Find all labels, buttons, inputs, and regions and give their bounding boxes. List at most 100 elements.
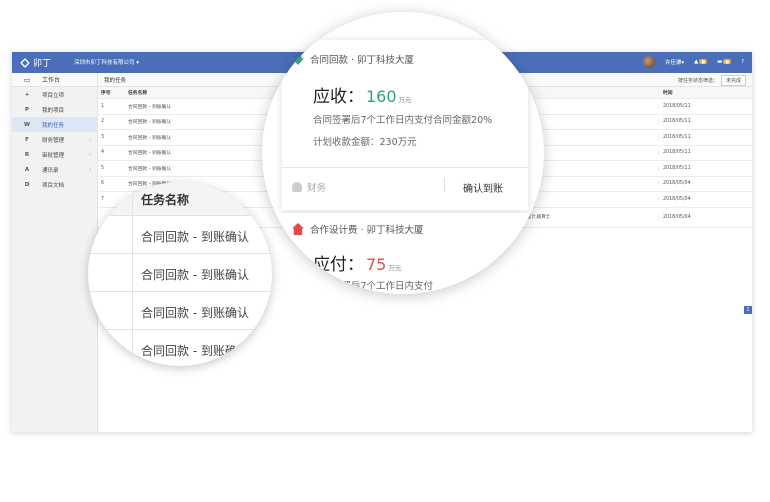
cell-time: 2018/05/04 [658,214,752,220]
sidebar: ▭ 工作台 + 项目立项 P 我的项目 W 我的任务 F 财务管理 › R 审批管理 › A 通讯… [12,73,98,432]
person-icon [292,182,302,192]
message-icon[interactable]: ▬ ■ [717,59,732,65]
avatar[interactable] [642,56,655,68]
home-icon [292,223,304,235]
col-time: 时间 [658,89,752,96]
sidebar-item-workbench[interactable]: ▭ 工作台 [12,73,97,87]
amount-unit: 万元 [388,264,402,272]
divider [444,178,445,192]
logo[interactable]: 卯丁 [20,56,51,69]
receivable-planned: 计划收款金额：230万元 [313,137,417,148]
item-label: 审批管理 [42,152,65,159]
chevron-right-icon: › [89,151,91,158]
cell-time: 2018/05/04 [658,196,752,202]
cell-no: 5 [101,165,105,171]
receivable-title-row: 合同回款 · 卯丁科技大厦 [292,52,414,66]
chevron-right-icon: › [89,166,91,173]
sidebar-item-finance[interactable]: F 财务管理 › [12,132,97,147]
cell-no: 1 [101,103,105,109]
notification-badge: ■ [699,59,708,64]
table-row[interactable]: 合同回款 - 到账确认 [88,292,272,330]
download-icon [292,53,304,65]
table-row[interactable]: 合同回款 - 到账确认 [88,216,272,254]
message-badge: ■ [723,59,732,64]
cell-time: 2018/05/11 [658,165,752,171]
payable-title: 合作设计费 · 卯丁科技大厦 [310,225,424,236]
cell-no: 4 [101,150,105,156]
item-key: W [23,121,31,128]
finance-role: 财务 [292,180,326,194]
cell-time: 2018/05/11 [658,119,752,125]
receivable-amount: 应收： 160 万元 [313,82,412,107]
lens-cell: 合同回款 - 到账确认 [141,344,249,358]
item-label: 财务管理 [42,137,65,144]
item-label: 我的任务 [42,122,65,129]
status-select[interactable]: 未完成 [720,75,746,86]
amount-label: 应付： [313,255,364,275]
amount-value: 160 [366,87,397,106]
chevron-right-icon: › [89,136,91,143]
cell-time: 2018/05/11 [658,150,752,156]
cell-no: 2 [101,119,105,125]
col-no: 序号 [101,91,111,96]
logo-text: 卯丁 [33,59,52,69]
magnifier-cards: 合同回款 · 卯丁科技大厦 应收： 160 万元 合同签署后7个工作日内支付合同… [262,12,544,294]
table-row[interactable]: 合同回款 - 到账确认 [88,254,272,292]
sidebar-item-my-tasks[interactable]: W 我的任务 [12,117,97,132]
help-button[interactable]: ? [741,59,744,65]
status-filter: 按任务状态筛选： 未完成 [678,75,746,86]
card-footer: 财务 确认到账 [282,167,528,201]
page-button[interactable]: 1 [744,306,752,314]
sidebar-item-approval[interactable]: R 审批管理 › [12,147,97,162]
cell-time: 2018/05/04 [658,181,752,187]
cell-name: 合同回款 - 到账确认 [128,166,172,172]
cell-name: 合同回款 - 到账确认 [128,135,172,141]
table-row[interactable]: 合同回款 - 到账确认 [88,330,272,366]
sidebar-item-new-project[interactable]: + 项目立项 [12,87,97,102]
bell-icon[interactable]: ▲ ■ [694,59,708,65]
payable-amount: 应付： 75 万元 [313,250,401,275]
filter-label: 按任务状态筛选： [677,78,718,84]
sidebar-item-my-projects[interactable]: P 我的项目 [12,102,97,117]
cell-name: 合同回款 - 到账确认 [128,151,172,157]
receivable-title: 合同回款 · 卯丁科技大厦 [310,55,415,66]
receivable-terms: 合同签署后7个工作日内支付合同金额20% [313,115,493,126]
item-label: 我的项目 [42,107,65,114]
lens-cell: 合同回款 - 到账确认 [141,268,249,282]
item-label: 项目立项 [42,92,65,99]
cell-name: 合同回款 - 到账确认 [128,104,172,110]
item-key: + [24,91,30,98]
lens-col-name: 任务名称 [141,193,190,207]
payable-terms: 合同签署后7个工作日内支付 [313,281,434,292]
logo-icon [20,57,30,68]
item-label: 通讯录 [42,167,59,174]
item-key: D [24,181,30,188]
cell-name: 合同回款 - 到账确认 [128,120,172,126]
amount-unit: 万元 [398,96,412,104]
workbench-label: 工作台 [42,77,61,84]
cell-no: 3 [101,134,105,140]
magnifier-table: 任务名称 合同回款 - 到账确认 合同回款 - 到账确认 合同回款 - 到账确认… [88,182,272,366]
amount-value: 75 [366,255,387,274]
item-key: A [24,166,30,173]
monitor-icon: ▭ [23,75,31,84]
confirm-receipt-button[interactable]: 确认到账 [463,180,503,195]
sidebar-item-documents[interactable]: D 项目文档 [12,177,97,192]
lens-cell: 合同回款 - 到账确认 [141,230,249,244]
payable-title-row: 合作设计费 · 卯丁科技大厦 [292,222,424,236]
finance-label: 财务 [307,183,327,194]
sidebar-item-contacts[interactable]: A 通讯录 › [12,162,97,177]
item-label: 项目文档 [42,182,65,189]
divider [132,182,133,366]
item-key: P [24,106,30,113]
page-title: 我的任务 [104,77,127,84]
lens-table-header: 任务名称 [88,182,272,216]
cell-time: 2018/05/11 [658,134,752,140]
user-menu[interactable]: 许佳谦▾ [665,58,684,66]
item-key: F [25,136,29,143]
lens-cell: 合同回款 - 到账确认 [141,306,249,320]
col-name: 任务名称 [128,91,148,96]
item-key: R [24,151,30,158]
company-switcher[interactable]: 深圳市卯丁科技有限公司 ▾ [74,58,139,66]
amount-label: 应收： [313,87,364,107]
